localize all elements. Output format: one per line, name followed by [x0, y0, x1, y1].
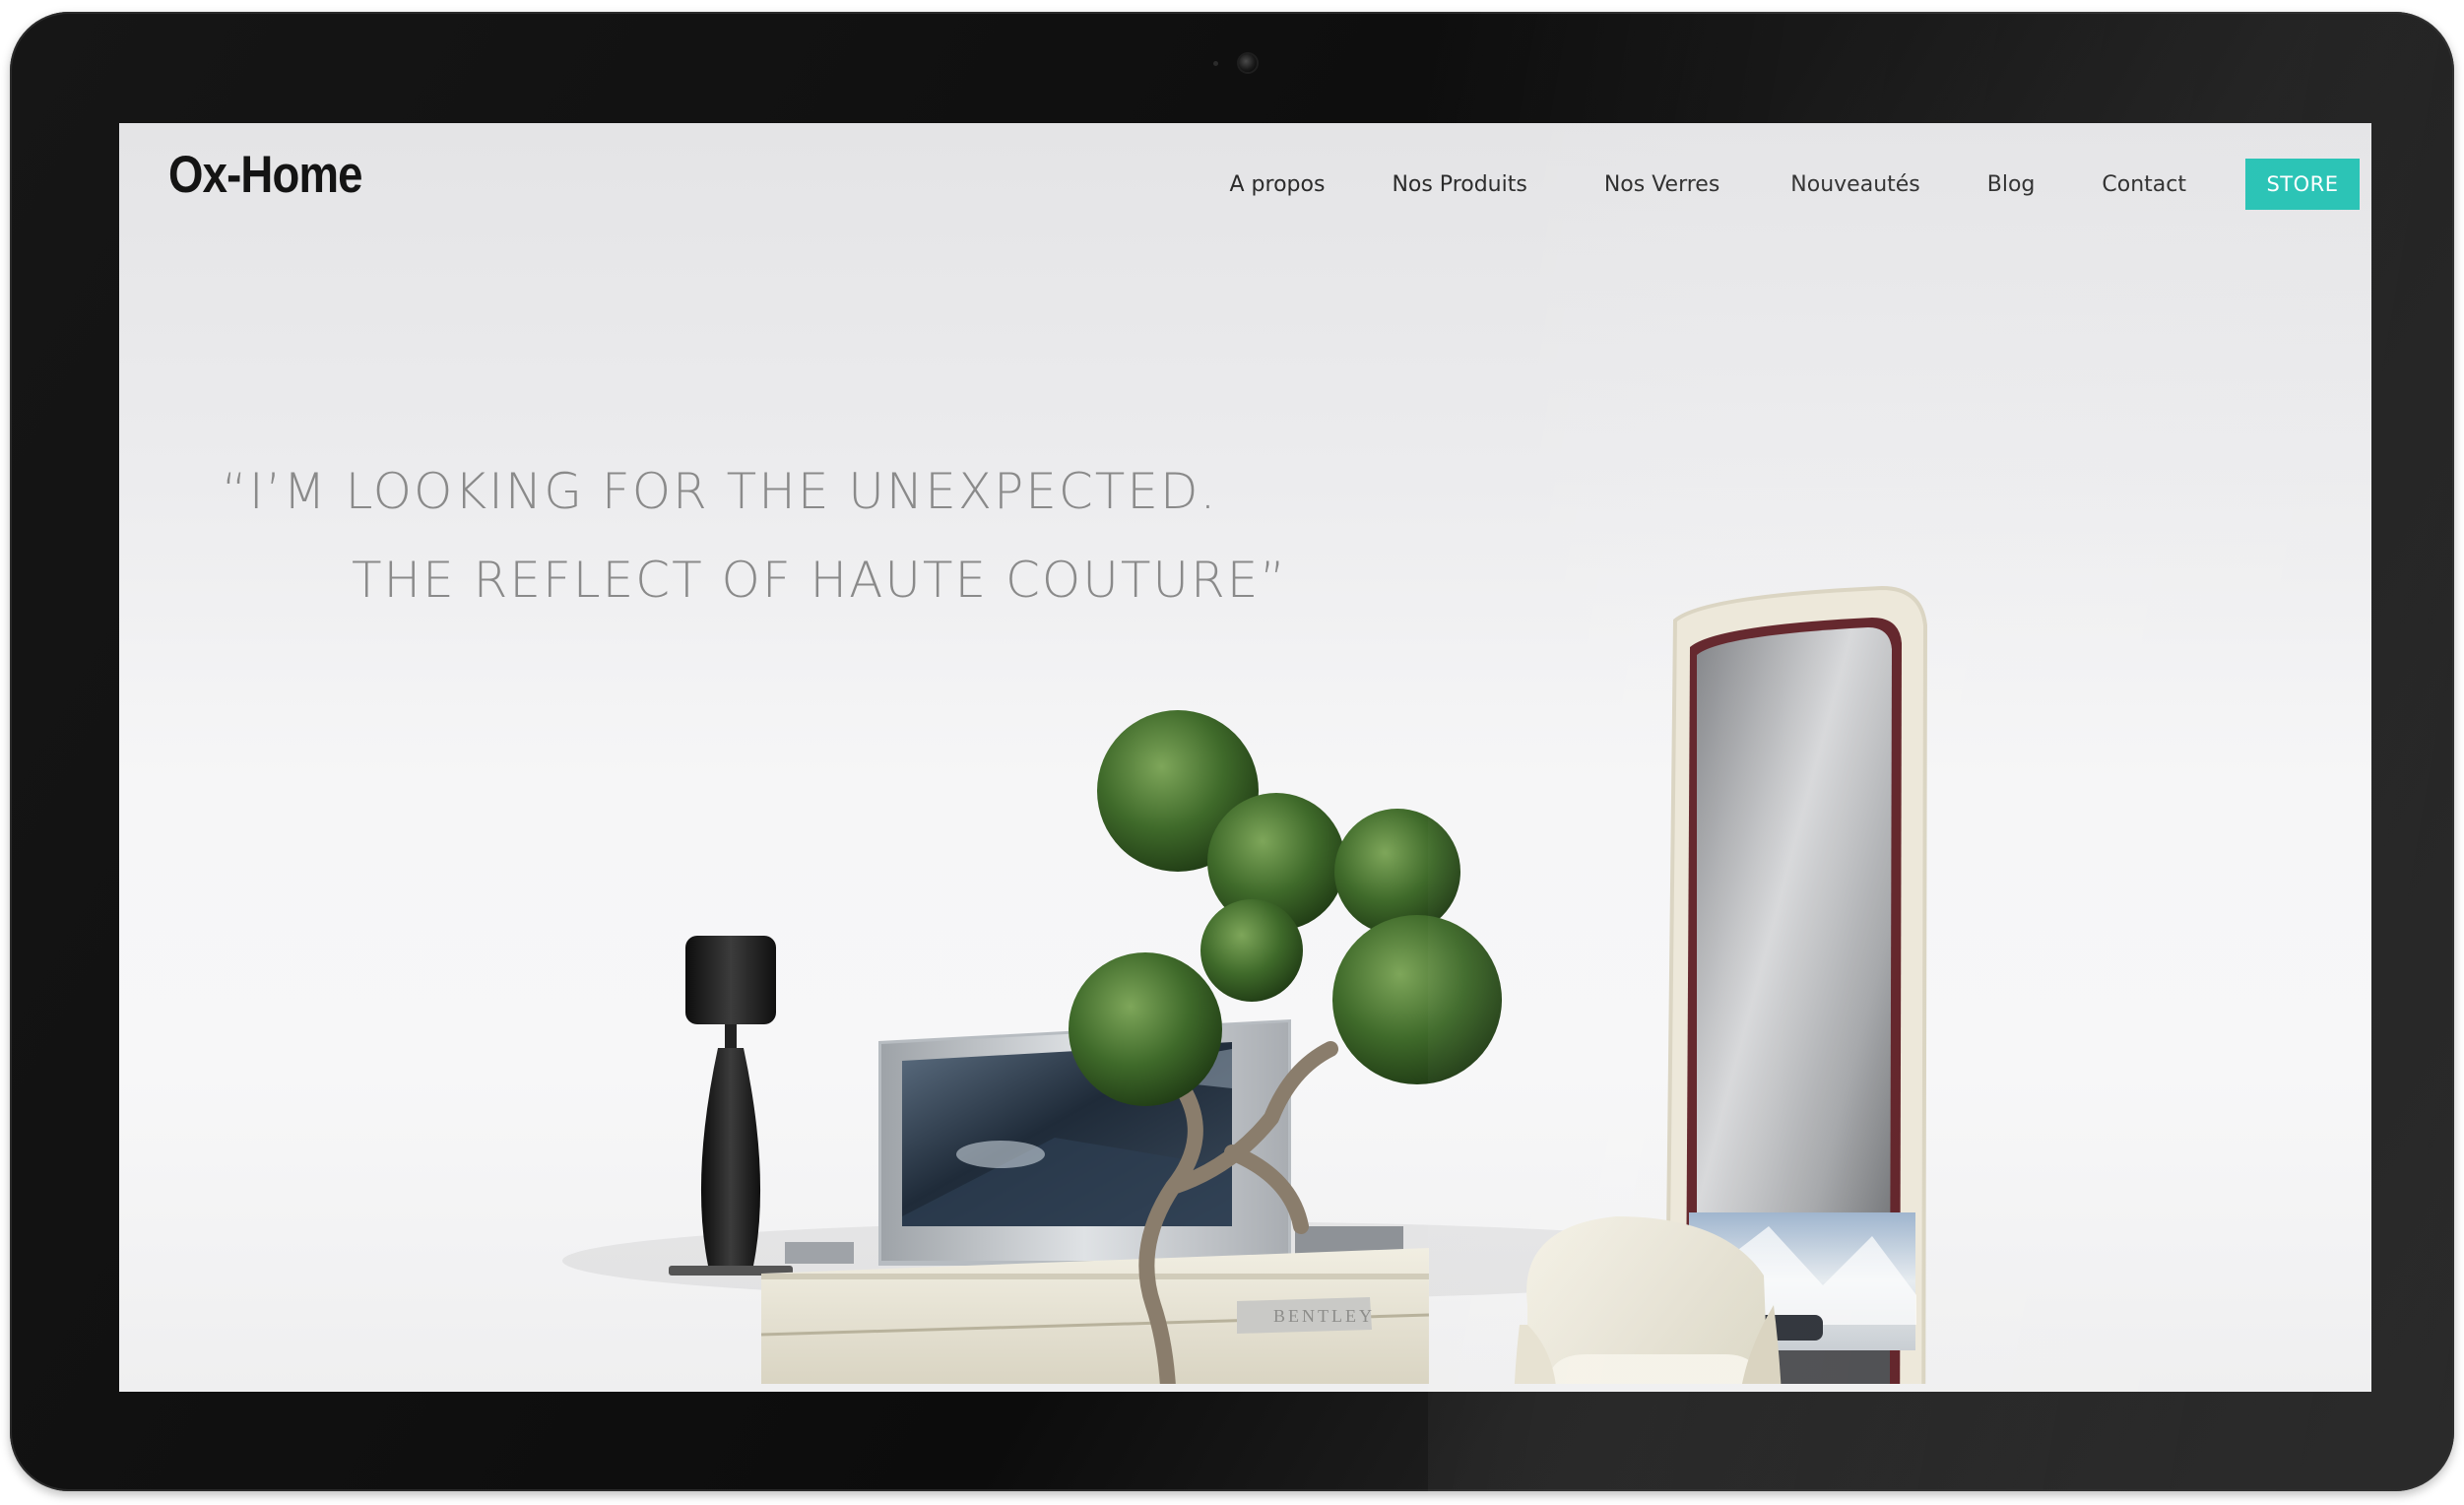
camera-sensor-dot: [1213, 61, 1218, 66]
webcam-icon: [1239, 54, 1257, 72]
left-speaker: [785, 1242, 854, 1264]
nav-item-nouveautes[interactable]: Nouveautés: [1790, 172, 1919, 197]
floor-lamp: [669, 936, 793, 1276]
nav-item-a-propos[interactable]: A propos: [1230, 172, 1326, 197]
nav-item-nos-verres[interactable]: Nos Verres: [1604, 172, 1719, 197]
website-screen: Ox-Home A propos Nos Produits Nos Verres…: [119, 123, 2371, 1392]
monitor-frame: Ox-Home A propos Nos Produits Nos Verres…: [10, 12, 2454, 1491]
nav-item-contact[interactable]: Contact: [2102, 172, 2186, 197]
nav-item-nos-produits[interactable]: Nos Produits: [1392, 172, 1526, 197]
hero-furniture-image: BENTLEY: [562, 585, 1928, 1384]
nav-item-blog[interactable]: Blog: [1987, 172, 2036, 197]
bentley-badge: BENTLEY: [1273, 1306, 1375, 1326]
site-logo[interactable]: Ox-Home: [168, 145, 362, 205]
hero-quote-line-1: “I’M LOOKING FOR THE UNEXPECTED.: [222, 463, 1218, 520]
store-button[interactable]: STORE: [2245, 159, 2360, 210]
main-navigation: A propos Nos Produits Nos Verres Nouveau…: [1230, 159, 2360, 210]
